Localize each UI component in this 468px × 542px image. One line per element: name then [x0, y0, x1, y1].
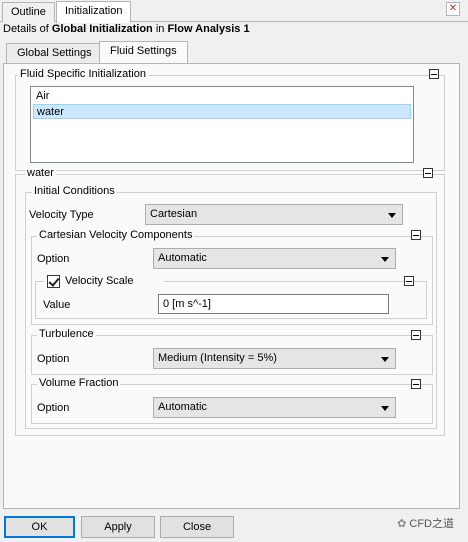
chevron-down-icon	[388, 213, 396, 218]
volume-fraction-option-select[interactable]: Automatic	[153, 397, 396, 418]
tab-initialization[interactable]: Initialization	[56, 1, 132, 23]
cartesian-velocity-title: Cartesian Velocity Components	[37, 229, 195, 241]
list-item-air[interactable]: Air	[33, 89, 411, 104]
velocity-value-label: Value	[43, 299, 71, 311]
velocity-scale-checkbox[interactable]	[47, 275, 60, 288]
watermark: ✿ CFD之道	[397, 515, 454, 531]
initial-conditions-title: Initial Conditions	[32, 185, 117, 197]
wechat-icon: ✿	[397, 518, 410, 530]
velocity-type-value: Cartesian	[150, 208, 198, 220]
chevron-down-icon	[381, 357, 389, 362]
volume-fraction-option-label: Option	[37, 402, 70, 414]
chevron-down-icon	[381, 406, 389, 411]
cartesian-option-select[interactable]: Automatic	[153, 248, 396, 269]
details-prefix: Details of	[3, 23, 52, 35]
details-header: Details of Global Initialization in Flow…	[3, 23, 250, 35]
velocity-scale-label: Velocity Scale	[65, 275, 134, 287]
velocity-value-input[interactable]: 0 [m s^-1]	[158, 294, 389, 314]
collapse-icon[interactable]	[423, 168, 433, 178]
details-context: Flow Analysis 1	[167, 23, 250, 35]
ok-button[interactable]: OK	[4, 516, 75, 538]
volume-fraction-title: Volume Fraction	[37, 377, 121, 389]
turbulence-option-value: Medium (Intensity = 5%)	[158, 352, 277, 364]
collapse-icon[interactable]	[429, 69, 439, 79]
details-middle: in	[152, 23, 168, 35]
apply-button[interactable]: Apply	[81, 516, 155, 538]
turbulence-title: Turbulence	[37, 328, 96, 340]
velocity-type-label: Velocity Type	[29, 209, 94, 221]
list-item-water[interactable]: water	[33, 104, 411, 119]
watermark-text: CFD之道	[409, 518, 454, 530]
close-icon[interactable]: ✕	[446, 2, 460, 16]
volume-fraction-option-value: Automatic	[158, 401, 207, 413]
collapse-icon[interactable]	[411, 330, 421, 340]
close-button[interactable]: Close	[160, 516, 234, 538]
chevron-down-icon	[381, 257, 389, 262]
details-object: Global Initialization	[51, 23, 153, 35]
tab-outline[interactable]: Outline	[2, 2, 55, 22]
tab-fluid-settings[interactable]: Fluid Settings	[99, 41, 188, 64]
turbulence-option-select[interactable]: Medium (Intensity = 5%)	[153, 348, 396, 369]
water-group-title: water	[25, 167, 56, 179]
cartesian-option-value: Automatic	[158, 252, 207, 264]
cartesian-option-label: Option	[37, 253, 70, 265]
velocity-type-select[interactable]: Cartesian	[145, 204, 403, 225]
collapse-icon[interactable]	[411, 379, 421, 389]
fluid-list[interactable]: Air water	[30, 86, 414, 163]
collapse-icon[interactable]	[411, 230, 421, 240]
fluid-specific-init-title: Fluid Specific Initialization	[18, 68, 148, 80]
collapse-icon[interactable]	[404, 276, 414, 286]
turbulence-option-label: Option	[37, 353, 70, 365]
tab-global-settings[interactable]: Global Settings	[6, 43, 103, 63]
